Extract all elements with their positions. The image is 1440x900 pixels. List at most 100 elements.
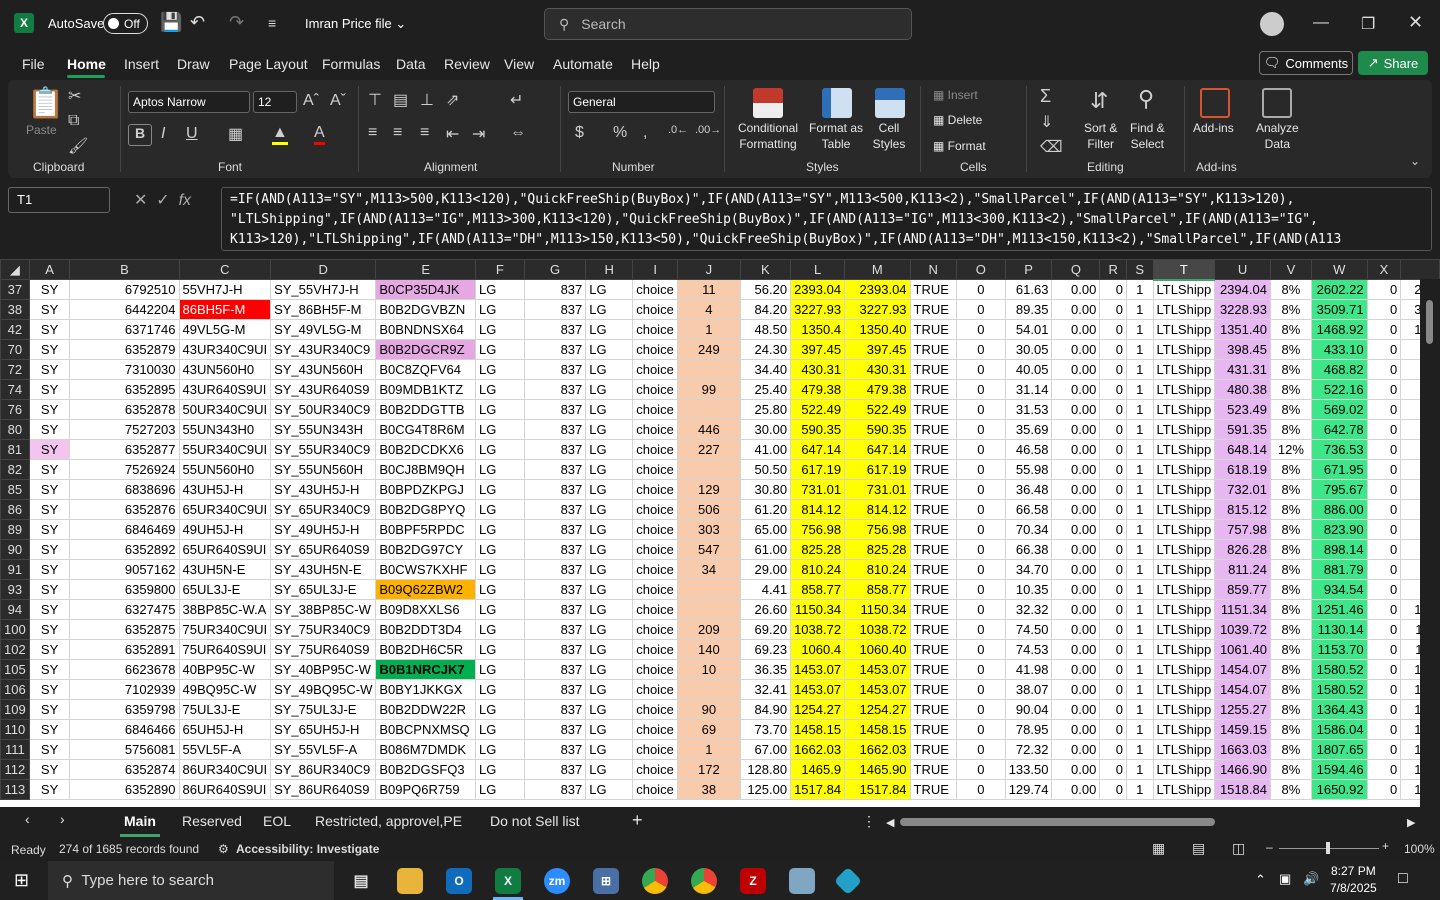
tab-page-layout[interactable]: Page Layout bbox=[229, 56, 308, 72]
cell-u[interactable]: 431.31 bbox=[1214, 359, 1271, 380]
formula-input[interactable]: =IF(AND(A113="SY",M113>500,K113<120),"Qu… bbox=[221, 187, 1432, 251]
row-header[interactable]: 94 bbox=[0, 599, 30, 620]
cell-o[interactable]: 0 bbox=[955, 399, 1006, 420]
cell-o[interactable]: 0 bbox=[955, 759, 1006, 780]
cell-u[interactable]: 1518.84 bbox=[1214, 779, 1271, 800]
cell-q[interactable]: 0.00 bbox=[1051, 399, 1101, 420]
cell-u[interactable]: 1255.27 bbox=[1214, 699, 1271, 720]
cell-a[interactable]: SY bbox=[28, 339, 71, 360]
cell-m[interactable]: 647.14 bbox=[844, 439, 911, 460]
cell-j[interactable]: 90 bbox=[677, 699, 741, 720]
cell-q[interactable]: 0.00 bbox=[1051, 759, 1101, 780]
cell-s[interactable]: 1 bbox=[1125, 319, 1154, 340]
page-layout-view-icon[interactable]: ▤ bbox=[1192, 840, 1205, 857]
cell-a[interactable]: SY bbox=[28, 779, 71, 800]
cell-g[interactable]: 837 bbox=[523, 499, 587, 520]
cell-n[interactable]: TRUE bbox=[909, 779, 957, 800]
cell-p[interactable]: 38.07 bbox=[1004, 679, 1053, 700]
cell-m[interactable]: 1254.27 bbox=[844, 699, 911, 720]
cell-k[interactable]: 25.40 bbox=[739, 379, 792, 400]
cell-b[interactable]: 6838696 bbox=[69, 479, 180, 500]
row-header[interactable]: 106 bbox=[0, 679, 30, 700]
cell-l[interactable]: 731.01 bbox=[790, 479, 846, 500]
cell-d[interactable]: SY_86UR340C9 bbox=[270, 759, 377, 780]
zoom-app-icon[interactable]: zm bbox=[544, 868, 570, 894]
cell-i[interactable]: choice bbox=[632, 439, 679, 460]
cell-k[interactable]: 26.60 bbox=[739, 599, 792, 620]
cell-s[interactable]: 1 bbox=[1125, 279, 1154, 300]
tab-insert[interactable]: Insert bbox=[124, 56, 159, 72]
cell-m[interactable]: 1150.34 bbox=[844, 599, 911, 620]
tab-draw[interactable]: Draw bbox=[177, 56, 210, 72]
cell-n[interactable]: TRUE bbox=[909, 599, 957, 620]
row-header[interactable]: 91 bbox=[0, 559, 30, 580]
cell-v[interactable]: 8% bbox=[1269, 379, 1312, 400]
cell-l[interactable]: 590.35 bbox=[790, 419, 846, 440]
cell-r[interactable]: 0 bbox=[1099, 319, 1127, 340]
cell-g[interactable]: 837 bbox=[523, 359, 587, 380]
cell-v[interactable]: 8% bbox=[1269, 599, 1312, 620]
cell-b[interactable]: 6359800 bbox=[69, 579, 180, 600]
cell-l[interactable]: 1453.07 bbox=[790, 679, 846, 700]
undo-icon[interactable]: ↶ bbox=[190, 12, 205, 33]
cell-s[interactable]: 1 bbox=[1125, 599, 1154, 620]
cell-b[interactable]: 7102939 bbox=[69, 679, 180, 700]
cell-l[interactable]: 810.24 bbox=[790, 559, 846, 580]
cell-j[interactable]: 506 bbox=[677, 499, 741, 520]
chrome-icon[interactable] bbox=[642, 868, 668, 894]
cell-q[interactable]: 0.00 bbox=[1051, 479, 1101, 500]
cell-t[interactable]: LTLShipp bbox=[1152, 579, 1216, 600]
fill-icon[interactable]: ⇓ bbox=[1040, 112, 1053, 132]
cell-j[interactable]: 34 bbox=[677, 559, 741, 580]
cell-e[interactable]: B0BPF5RPDC bbox=[375, 519, 477, 540]
cell-c[interactable]: 43UN560H0 bbox=[178, 359, 272, 380]
cell-r[interactable]: 0 bbox=[1099, 739, 1127, 760]
cell-q[interactable]: 0.00 bbox=[1051, 299, 1101, 320]
cell-o[interactable]: 0 bbox=[955, 639, 1006, 660]
cell-i[interactable]: choice bbox=[632, 299, 679, 320]
outlook-icon[interactable]: O bbox=[446, 868, 472, 894]
cell-v[interactable]: 8% bbox=[1269, 759, 1312, 780]
number-format-select[interactable]: General bbox=[568, 91, 715, 113]
tab-data[interactable]: Data bbox=[396, 56, 426, 72]
cell-h[interactable]: LG bbox=[585, 419, 634, 440]
cell-q[interactable]: 0.00 bbox=[1051, 279, 1101, 300]
cell-x[interactable]: 0 bbox=[1366, 579, 1402, 600]
cell-g[interactable]: 837 bbox=[523, 719, 587, 740]
tab-view[interactable]: View bbox=[504, 56, 534, 72]
cell-q[interactable]: 0.00 bbox=[1051, 559, 1101, 580]
find-select-icon[interactable]: ⚲ bbox=[1138, 86, 1154, 112]
format-painter-icon[interactable]: 🖌 bbox=[68, 136, 88, 156]
cell-m[interactable]: 1465.90 bbox=[844, 759, 911, 780]
tray-overflow-icon[interactable]: ⌃ bbox=[1255, 872, 1266, 888]
cell-a[interactable]: SY bbox=[28, 319, 71, 340]
app-icon[interactable] bbox=[789, 868, 815, 894]
cell-a[interactable]: SY bbox=[28, 659, 71, 680]
cell-g[interactable]: 837 bbox=[523, 479, 587, 500]
cell-n[interactable]: TRUE bbox=[909, 439, 957, 460]
cell-k[interactable]: 4.41 bbox=[739, 579, 792, 600]
cell-n[interactable]: TRUE bbox=[909, 299, 957, 320]
cell-h[interactable]: LG bbox=[585, 619, 634, 640]
cell-v[interactable]: 8% bbox=[1269, 679, 1312, 700]
cell-g[interactable]: 837 bbox=[523, 339, 587, 360]
cell-n[interactable]: TRUE bbox=[909, 719, 957, 740]
maximize-icon[interactable]: ❐ bbox=[1361, 14, 1375, 34]
cell-n[interactable]: TRUE bbox=[909, 759, 957, 780]
cell-k[interactable]: 25.80 bbox=[739, 399, 792, 420]
cell-b[interactable]: 6352876 bbox=[69, 499, 180, 520]
underline-icon[interactable]: U bbox=[186, 125, 198, 143]
cell-l[interactable]: 814.12 bbox=[790, 499, 846, 520]
cell-m[interactable]: 617.19 bbox=[844, 459, 911, 480]
cell-r[interactable]: 0 bbox=[1099, 719, 1127, 740]
cell-r[interactable]: 0 bbox=[1099, 419, 1127, 440]
cell-d[interactable]: SY_43UH5N-E bbox=[270, 559, 377, 580]
cell-a[interactable]: SY bbox=[28, 479, 71, 500]
cell-k[interactable]: 67.00 bbox=[739, 739, 792, 760]
cell-x[interactable]: 0 bbox=[1366, 599, 1402, 620]
next-sheet-icon[interactable]: › bbox=[60, 811, 65, 827]
cell-r[interactable]: 0 bbox=[1099, 299, 1127, 320]
row-header[interactable]: 72 bbox=[0, 359, 30, 380]
cell-q[interactable]: 0.00 bbox=[1051, 379, 1101, 400]
cell-n[interactable]: TRUE bbox=[909, 479, 957, 500]
